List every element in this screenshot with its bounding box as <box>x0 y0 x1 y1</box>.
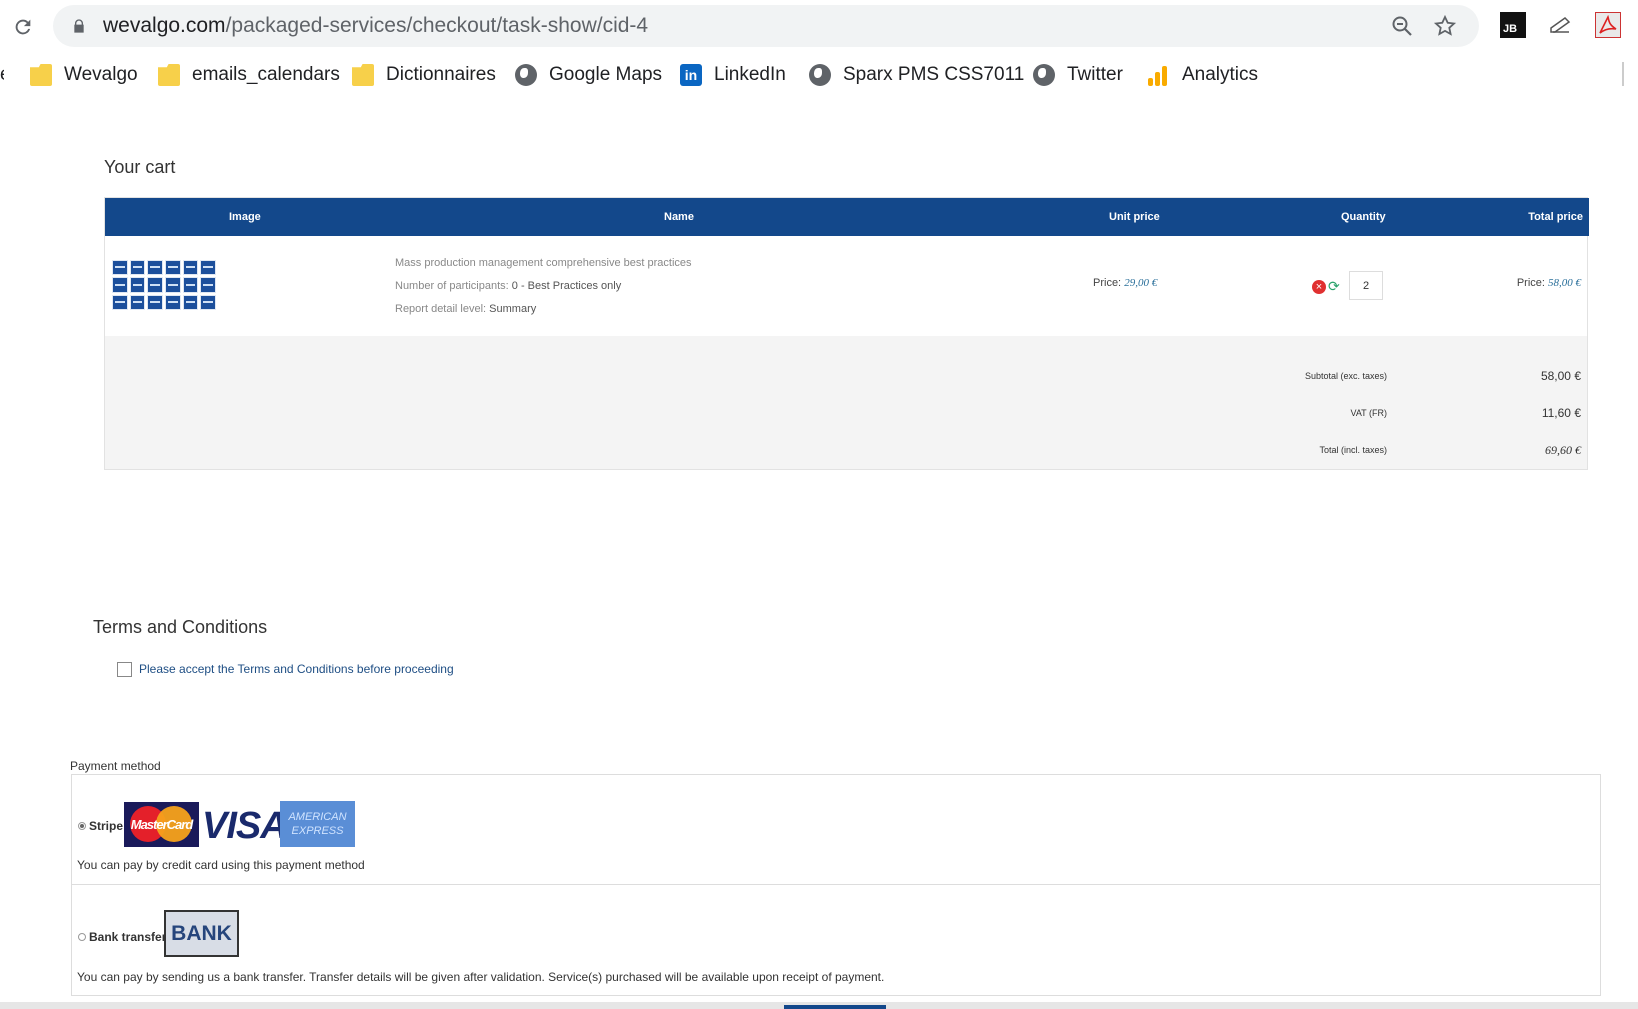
quantity-input[interactable] <box>1349 271 1383 300</box>
cart-table: Image Name Unit price Quantity Total pri… <box>104 197 1589 470</box>
address-bar[interactable]: wevalgo.com/packaged-services/checkout/t… <box>53 5 1479 47</box>
linkedin-icon: in <box>680 64 702 86</box>
payment-divider <box>72 884 1600 885</box>
total-price-label: Price: <box>1516 277 1545 289</box>
header-name: Name <box>664 211 694 223</box>
remove-item-icon[interactable]: × <box>1312 280 1326 294</box>
bank-transfer-description: You can pay by sending us a bank transfe… <box>77 970 885 984</box>
participants-label: Number of participants: <box>395 280 509 292</box>
folder-icon <box>30 64 52 86</box>
vat-value: 11,60 € <box>1541 406 1581 420</box>
bookmark-linkedin[interactable]: in LinkedIn <box>680 56 786 94</box>
cart-title: Your cart <box>104 157 176 177</box>
continue-button[interactable] <box>784 1005 886 1009</box>
total-value: 69,60 € <box>1545 443 1581 457</box>
terms-checkbox-label[interactable]: Please accept the Terms and Conditions b… <box>139 662 454 676</box>
product-thumbnail[interactable] <box>112 260 216 310</box>
jetbrains-extension-icon[interactable]: JB <box>1500 12 1526 38</box>
analytics-icon <box>1148 64 1170 86</box>
lock-icon <box>74 19 84 33</box>
bookmark-label: Twitter <box>1067 64 1123 85</box>
scrollbar-marker <box>1622 62 1624 86</box>
payment-method-label: Payment method <box>70 759 161 773</box>
terms-title: Terms and Conditions <box>93 617 268 637</box>
cart-header-row: Image Name Unit price Quantity Total pri… <box>105 198 1589 236</box>
product-report-level: Report detail level: Summary <box>395 303 536 315</box>
total-price-value: 58,00 € <box>1548 277 1581 289</box>
screenshot-extension-icon[interactable] <box>1547 12 1573 38</box>
bookmark-sparx-pms[interactable]: Sparx PMS CSS7011 <box>809 56 1024 94</box>
bookmark-dictionnaires[interactable]: Dictionnaires <box>352 56 496 94</box>
visa-logo: VISA <box>202 805 288 847</box>
header-quantity: Quantity <box>1341 211 1386 223</box>
bank-transfer-radio[interactable] <box>78 933 86 941</box>
stripe-label[interactable]: Stripe <box>89 819 123 833</box>
report-label: Report detail level: <box>395 303 487 315</box>
bookmarks-bar: e Wevalgo emails_calendars Dictionnaires… <box>0 56 1638 94</box>
header-total-price: Total price <box>1528 211 1583 223</box>
cart-item-row: Mass production management comprehensive… <box>105 236 1587 336</box>
payment-method-box: Stripe MasterCard VISA AMERICAN EXPRESS … <box>71 774 1601 996</box>
pdf-extension-icon[interactable] <box>1595 12 1621 38</box>
unit-price-value: 29,00 € <box>1124 277 1158 289</box>
bookmark-analytics[interactable]: Analytics <box>1148 56 1258 94</box>
browser-chrome: wevalgo.com/packaged-services/checkout/t… <box>0 0 1638 100</box>
star-icon[interactable] <box>1433 14 1457 38</box>
bookmark-label: Dictionnaires <box>386 64 496 85</box>
bookmark-emails-calendars[interactable]: emails_calendars <box>158 56 340 94</box>
url-host: wevalgo.com <box>103 14 226 37</box>
total-label: Total (incl. taxes) <box>1319 445 1387 455</box>
subtotal-label: Subtotal (exc. taxes) <box>1304 371 1387 381</box>
folder-icon <box>158 64 180 86</box>
total-price: Price: 58,00 € <box>1517 277 1581 289</box>
vat-label: VAT (FR) <box>1350 408 1388 418</box>
mastercard-text: MasterCard <box>130 817 194 832</box>
url-text[interactable]: wevalgo.com/packaged-services/checkout/t… <box>103 14 648 38</box>
globe-icon <box>515 64 537 86</box>
bank-logo: BANK <box>164 910 239 957</box>
subtotal-value: 58,00 € <box>1540 369 1581 383</box>
bookmark-google-maps[interactable]: Google Maps <box>515 56 662 94</box>
bookmark-overflow[interactable]: e <box>0 56 4 94</box>
zoom-icon[interactable] <box>1390 14 1414 38</box>
bookmark-wevalgo[interactable]: Wevalgo <box>30 56 138 94</box>
bank-transfer-label[interactable]: Bank transfer <box>89 930 166 944</box>
header-image: Image <box>229 211 261 223</box>
header-unit-price: Unit price <box>1109 211 1160 223</box>
bookmark-label: Google Maps <box>549 64 663 85</box>
amex-logo: AMERICAN EXPRESS <box>280 801 355 847</box>
bookmark-twitter[interactable]: Twitter <box>1033 56 1123 94</box>
bookmark-label: Analytics <box>1182 64 1259 85</box>
bookmark-label: emails_calendars <box>192 64 340 85</box>
reload-icon[interactable] <box>8 12 38 42</box>
bookmark-label: Wevalgo <box>64 64 138 85</box>
folder-icon <box>352 64 374 86</box>
report-value: Summary <box>489 303 537 315</box>
bookmark-label: Sparx PMS CSS7011 <box>843 64 1025 85</box>
bookmark-label: LinkedIn <box>714 64 786 85</box>
globe-icon <box>809 64 831 86</box>
product-name[interactable]: Mass production management comprehensive… <box>395 257 692 269</box>
participants-value: 0 - Best Practices only <box>511 280 622 292</box>
terms-checkbox[interactable] <box>117 662 132 677</box>
url-path: /packaged-services/checkout/task-show/ci… <box>225 14 649 37</box>
stripe-radio[interactable] <box>78 822 86 830</box>
unit-price-label: Price: <box>1093 277 1122 289</box>
globe-icon <box>1033 64 1055 86</box>
product-participants: Number of participants: 0 - Best Practic… <box>395 280 621 292</box>
stripe-description: You can pay by credit card using this pa… <box>77 858 365 872</box>
mastercard-logo: MasterCard <box>124 802 199 847</box>
refresh-quantity-icon[interactable]: ⟳ <box>1328 279 1343 294</box>
jb-label: JB <box>1503 23 1518 35</box>
unit-price: Price: 29,00 € <box>1093 277 1157 289</box>
